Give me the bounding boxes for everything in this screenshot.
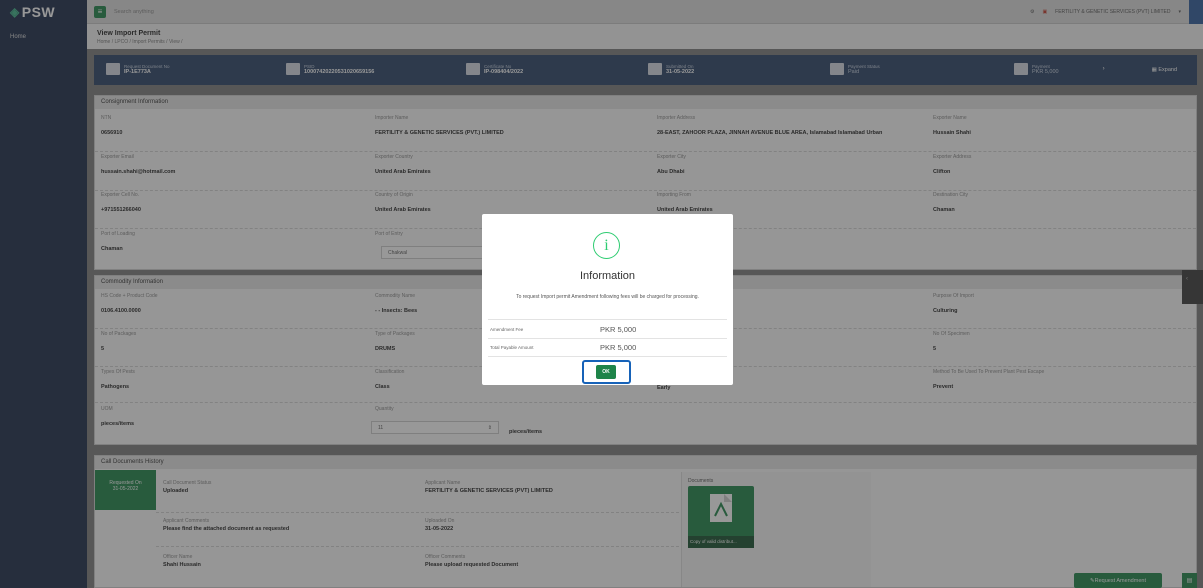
information-dialog: i Information To request Import permit A… <box>482 214 733 385</box>
info-icon: i <box>593 232 620 259</box>
dialog-title: Information <box>579 270 636 282</box>
dialog-message: To request Import permit Amendment follo… <box>516 294 699 300</box>
fee-row-total: Total Payable Amount PKR 5,000 <box>488 338 727 357</box>
fee-row-amendment: Amendment Fee PKR 5,000 <box>488 319 727 338</box>
ok-button[interactable]: OK <box>596 365 616 379</box>
